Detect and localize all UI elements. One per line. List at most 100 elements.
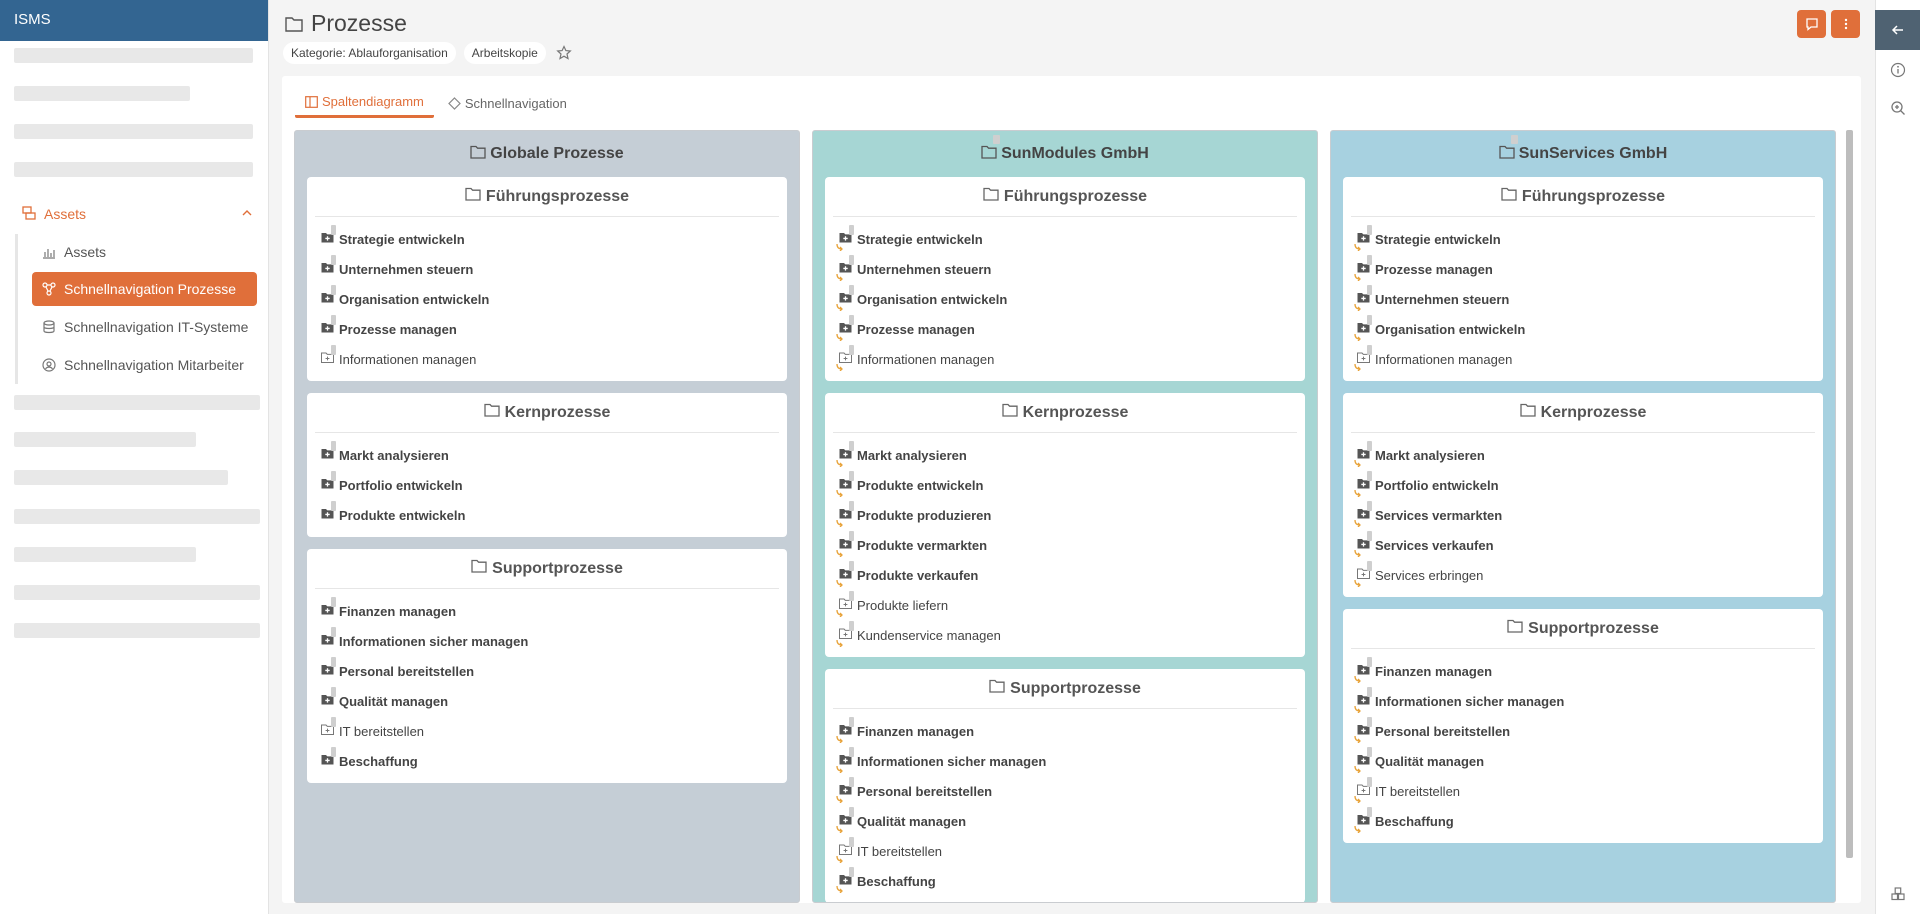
process-item-label: Strategie entwickeln xyxy=(857,231,983,247)
back-button[interactable] xyxy=(1875,10,1920,50)
section-header[interactable]: Führungsprozesse xyxy=(315,177,779,217)
column-header[interactable]: Globale Prozesse xyxy=(295,131,799,177)
process-item[interactable]: Informationen sicher managen xyxy=(836,747,1046,774)
process-item[interactable]: Finanzen managen xyxy=(1354,657,1492,684)
process-item[interactable]: Qualität managen xyxy=(1354,747,1484,774)
process-item-label: Kundenservice managen xyxy=(857,627,1001,643)
tab-schnellnavigation[interactable]: Schnellnavigation xyxy=(438,88,577,118)
loading-placeholder xyxy=(14,585,260,600)
folder-icon xyxy=(470,145,490,164)
process-item[interactable]: Prozesse managen xyxy=(836,315,975,342)
process-item[interactable]: Organisation entwickeln xyxy=(321,285,489,309)
process-item[interactable]: Strategie entwickeln xyxy=(836,225,983,252)
process-item[interactable]: Qualität managen xyxy=(836,807,967,834)
section-header[interactable]: Kernprozesse xyxy=(833,393,1297,433)
sidebar-item-schnellnavigation-mitarbeiter[interactable]: Schnellnavigation Mitarbeiter xyxy=(32,348,257,382)
column-header[interactable]: SunServices GmbH xyxy=(1331,131,1835,177)
folder-plus-filled-icon xyxy=(836,255,854,282)
process-item[interactable]: IT bereitstellen xyxy=(321,717,424,741)
process-item[interactable]: Finanzen managen xyxy=(321,597,456,621)
process-item-label: Personal bereitstellen xyxy=(857,783,993,799)
process-item[interactable]: Informationen managen xyxy=(836,345,994,372)
section-header[interactable]: Supportprozesse xyxy=(833,669,1297,709)
process-item[interactable]: Strategie entwickeln xyxy=(1354,225,1501,252)
chevron-up-icon[interactable] xyxy=(240,206,254,220)
status-chip[interactable]: Arbeitskopie xyxy=(463,42,546,64)
process-item[interactable]: Produkte verkaufen xyxy=(836,561,978,588)
sidebar-item-assets[interactable]: Assets xyxy=(32,235,257,269)
process-item[interactable]: Markt analysieren xyxy=(321,441,449,465)
process-item[interactable]: Beschaffung xyxy=(836,867,936,894)
process-item[interactable]: Prozesse managen xyxy=(321,315,457,339)
process-item[interactable]: Beschaffung xyxy=(1354,807,1454,834)
process-item[interactable]: Personal bereitstellen xyxy=(836,777,993,804)
process-item[interactable]: Produkte entwickeln xyxy=(321,501,465,525)
comment-icon xyxy=(1805,18,1818,31)
process-item-label: Qualität managen xyxy=(857,813,967,829)
process-item-label: Strategie entwickeln xyxy=(339,231,465,247)
process-item[interactable]: Portfolio entwickeln xyxy=(1354,471,1499,498)
process-item-label: Prozesse managen xyxy=(857,321,975,337)
folder-plus-filled-icon xyxy=(1354,471,1372,498)
folder-plus-icon xyxy=(1354,345,1372,372)
nav-group-assets[interactable]: Assets xyxy=(22,204,254,224)
process-item[interactable]: Personal bereitstellen xyxy=(321,657,474,681)
process-item[interactable]: Unternehmen steuern xyxy=(321,255,473,279)
sidebar-item-schnellnavigation-prozesse[interactable]: Schnellnavigation Prozesse xyxy=(32,272,257,306)
process-item[interactable]: Produkte liefern xyxy=(836,591,948,618)
process-item[interactable]: Strategie entwickeln xyxy=(321,225,465,249)
process-item-label: Produkte produzieren xyxy=(857,507,992,523)
process-item[interactable]: Qualität managen xyxy=(321,687,448,711)
app-title[interactable]: ISMS xyxy=(0,0,268,41)
info-icon[interactable] xyxy=(1888,60,1908,80)
section-header[interactable]: Führungsprozesse xyxy=(833,177,1297,217)
process-item[interactable]: Unternehmen steuern xyxy=(836,255,991,282)
process-item[interactable]: Produkte produzieren xyxy=(836,501,992,528)
folder-icon xyxy=(285,16,303,32)
process-item[interactable]: Finanzen managen xyxy=(836,717,974,744)
section-header[interactable]: Kernprozesse xyxy=(1351,393,1815,433)
process-item[interactable]: Informationen managen xyxy=(1354,345,1512,372)
tab-spaltendiagramm[interactable]: Spaltendiagramm xyxy=(295,88,434,118)
folder-plus-icon xyxy=(1354,777,1372,804)
process-item[interactable]: Kundenservice managen xyxy=(836,621,1001,648)
process-item[interactable]: Informationen sicher managen xyxy=(1354,687,1564,714)
process-item[interactable]: Informationen managen xyxy=(321,345,476,369)
folder-plus-filled-icon xyxy=(321,687,336,709)
star-icon[interactable] xyxy=(554,43,574,63)
section-header[interactable]: Supportprozesse xyxy=(1351,609,1815,649)
process-item[interactable]: Organisation entwickeln xyxy=(1354,315,1525,342)
process-item[interactable]: Produkte vermarkten xyxy=(836,531,987,558)
more-options-button[interactable] xyxy=(1831,10,1860,38)
process-item[interactable]: Portfolio entwickeln xyxy=(321,471,463,495)
process-item[interactable]: Organisation entwickeln xyxy=(836,285,1007,312)
process-item[interactable]: IT bereitstellen xyxy=(1354,777,1460,804)
process-item[interactable]: Markt analysieren xyxy=(836,441,967,468)
column-header[interactable]: SunModules GmbH xyxy=(813,131,1317,177)
section-header[interactable]: Führungsprozesse xyxy=(1351,177,1815,217)
section-header[interactable]: Supportprozesse xyxy=(315,549,779,589)
comment-button[interactable] xyxy=(1797,10,1826,38)
tab-label: Spaltendiagramm xyxy=(322,94,424,109)
folder-plus-filled-icon xyxy=(1354,315,1372,342)
subnav-line xyxy=(15,234,18,384)
cubes-icon[interactable] xyxy=(1888,884,1908,904)
bar-chart-icon xyxy=(42,245,56,259)
process-item[interactable]: Prozesse managen xyxy=(1354,255,1493,282)
process-item[interactable]: Unternehmen steuern xyxy=(1354,285,1509,312)
process-item-label: Markt analysieren xyxy=(339,447,449,463)
sidebar-item-schnellnavigation-it-systeme[interactable]: Schnellnavigation IT-Systeme xyxy=(32,310,257,344)
process-item[interactable]: Services erbringen xyxy=(1354,561,1483,588)
process-item[interactable]: Produkte entwickeln xyxy=(836,471,983,498)
process-item[interactable]: Markt analysieren xyxy=(1354,441,1485,468)
section-header[interactable]: Kernprozesse xyxy=(315,393,779,433)
category-chip[interactable]: Kategorie: Ablauforganisation xyxy=(283,42,456,64)
zoom-in-icon[interactable] xyxy=(1888,98,1908,118)
process-item[interactable]: IT bereitstellen xyxy=(836,837,942,864)
process-item[interactable]: Informationen sicher managen xyxy=(321,627,528,651)
process-item[interactable]: Beschaffung xyxy=(321,747,418,771)
scrollbar[interactable] xyxy=(1846,130,1853,858)
process-item[interactable]: Services vermarkten xyxy=(1354,501,1502,528)
process-item[interactable]: Personal bereitstellen xyxy=(1354,717,1510,744)
process-item[interactable]: Services verkaufen xyxy=(1354,531,1494,558)
